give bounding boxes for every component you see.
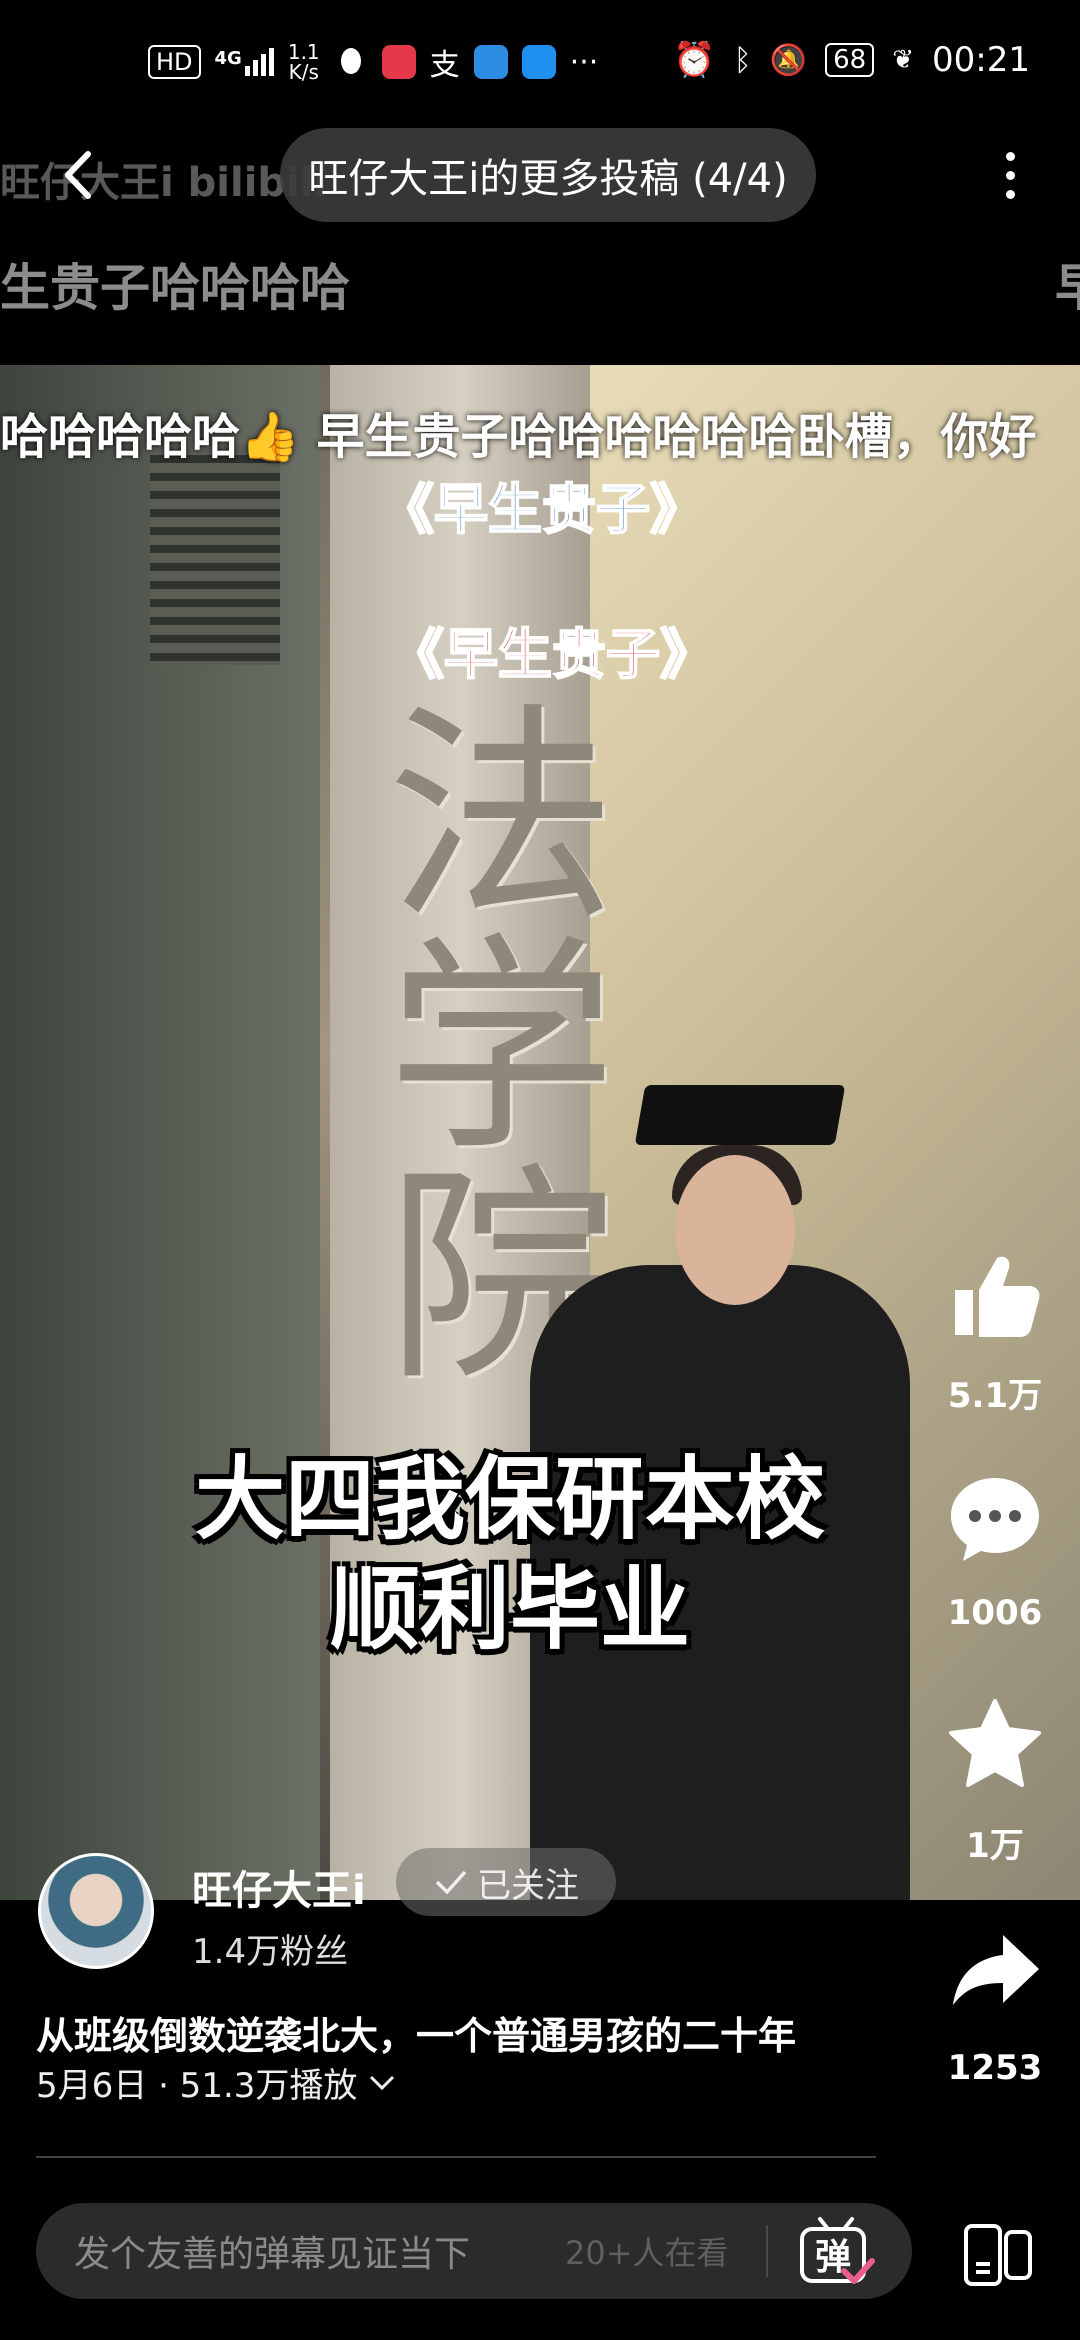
search-app-icon <box>521 45 556 79</box>
overlay-subtitle-blue: 《早生贵子》 <box>379 477 705 542</box>
favorite-button[interactable]: 1万 <box>930 1695 1060 1867</box>
playlist-title: 旺仔大王i的更多投稿 (4/4) <box>308 156 788 202</box>
danmaku-line: 生贵子哈哈哈哈 <box>0 259 350 317</box>
battery-icon: 68 <box>825 43 875 77</box>
back-arrow-icon <box>65 151 91 199</box>
star-icon <box>949 1699 1041 1787</box>
avatar[interactable] <box>38 1853 154 1969</box>
video-vent <box>150 445 280 665</box>
danmaku-input-placeholder: 发个友善的弹幕见证当下 <box>74 2234 471 2275</box>
alipay-icon: 支 <box>429 48 460 83</box>
comment-icon <box>951 1478 1039 1561</box>
clock: 00:21 <box>932 40 1030 80</box>
danmaku-tv-icon: 弹 <box>800 2217 875 2284</box>
status-bar: HD 4G 1.1 K/s 支 ··· ⏰ ᛒ 🔕 68 ❦ 00:21 <box>0 0 1080 120</box>
video-player[interactable]: 法学院 哈哈哈哈哈👍 早生贵子哈哈哈哈哈哈卧槽，你好 《早生贵子》 《早生贵子》… <box>0 365 1080 1900</box>
mute-icon: 🔕 <box>769 42 808 78</box>
net-speed: 1.1 K/s <box>288 42 320 82</box>
danmaku-line: 早 <box>1055 248 1080 320</box>
thumbs-up-icon <box>955 1256 1040 1337</box>
dot <box>1005 170 1015 180</box>
video-meta[interactable]: 5月6日 · 51.3万播放 <box>36 2058 397 2107</box>
caption-line-2: 顺利毕业 <box>330 1557 690 1662</box>
favorite-count: 1万 <box>966 1826 1024 1866</box>
check-icon <box>435 1870 467 1895</box>
video-caption: 大四我保研本校 顺利毕业 <box>0 1445 1020 1665</box>
back-button[interactable] <box>50 140 110 210</box>
net-speed-unit: K/s <box>288 60 319 84</box>
video-title[interactable]: 从班级倒数逆袭北大，一个普通男孩的二十年 <box>36 2005 796 2060</box>
share-button[interactable]: 1253 <box>930 1925 1060 2088</box>
building-sign: 法学院 <box>347 695 614 1385</box>
alarm-icon: ⏰ <box>673 40 716 80</box>
video-meta-text: 5月6日 · 51.3万播放 <box>36 2066 358 2106</box>
phone-landscape-icon <box>964 2224 1032 2286</box>
dot <box>1005 189 1015 199</box>
watching-count: 20+人在看 <box>565 2234 729 2272</box>
graduation-cap <box>634 1085 846 1145</box>
more-menu-button[interactable] <box>990 140 1030 210</box>
overlay-subtitle-red: 《早生贵子》 <box>389 622 715 687</box>
chevron-down-icon <box>370 2075 395 2090</box>
follow-label: 已关注 <box>477 1865 579 1906</box>
caption-line-1: 大四我保研本校 <box>195 1447 825 1552</box>
like-button[interactable]: 5.1万 <box>930 1245 1060 1417</box>
comment-button[interactable]: 1006 <box>930 1470 1060 1633</box>
hd-badge: HD <box>148 45 201 79</box>
share-arrow-icon <box>953 1935 1039 2005</box>
share-count: 1253 <box>947 2048 1043 2088</box>
bluetooth-icon: ᛒ <box>733 42 752 78</box>
input-separator <box>766 2225 768 2277</box>
network-type: 4G <box>214 48 242 69</box>
fan-count: 1.4万粉丝 <box>192 1932 349 1972</box>
comment-count: 1006 <box>947 1593 1043 1633</box>
author-name[interactable]: 旺仔大王i <box>192 1858 366 1916</box>
signal-icon: 4G <box>215 48 274 76</box>
weather-icon <box>473 45 508 79</box>
qq-icon <box>333 45 368 79</box>
danmaku-line: 哈哈哈哈哈👍 早生贵子哈哈哈哈哈哈卧槽，你好 <box>0 409 1037 465</box>
playlist-title-button[interactable]: 旺仔大王i的更多投稿 (4/4) <box>280 128 816 222</box>
reader-app-icon <box>381 45 416 79</box>
like-count: 5.1万 <box>947 1376 1043 1416</box>
follow-button[interactable]: 已关注 <box>396 1848 616 1916</box>
dot <box>1005 151 1015 161</box>
danmaku-toggle-button[interactable]: 弹 <box>796 2213 876 2289</box>
eco-leaf-icon: ❦ <box>892 45 915 75</box>
battery-level: 68 <box>833 45 867 75</box>
status-right: ⏰ ᛒ 🔕 68 ❦ 00:21 <box>673 40 1030 80</box>
person-head <box>675 1155 795 1305</box>
divider <box>36 2156 876 2158</box>
screen-mode-button[interactable] <box>960 2220 1036 2290</box>
more-notifications-icon: ··· <box>569 44 599 80</box>
status-left: HD 4G 1.1 K/s 支 ··· <box>148 40 598 84</box>
